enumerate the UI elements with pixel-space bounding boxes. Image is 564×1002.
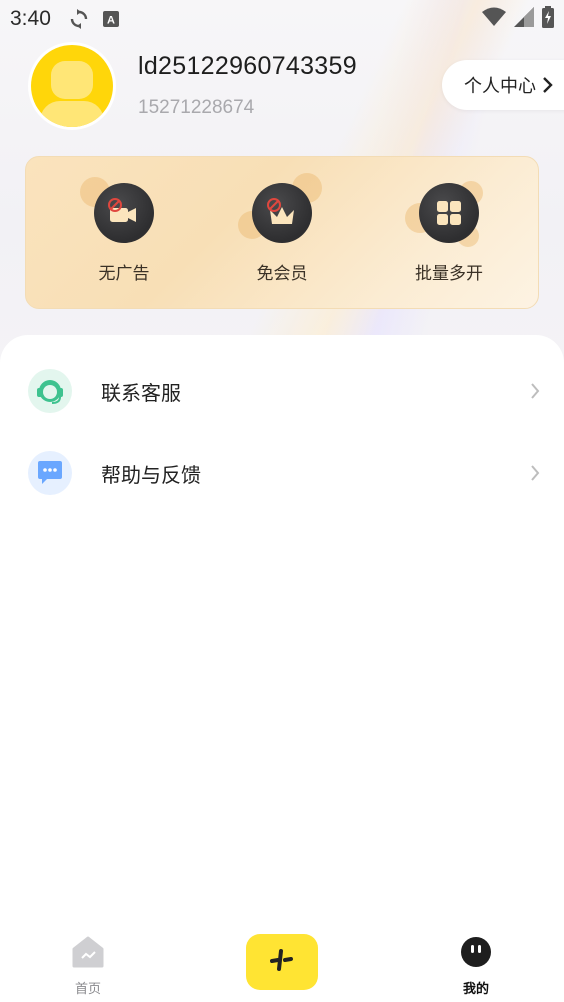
vip-item-no-vip[interactable]: 免会员 (222, 173, 342, 284)
vip-item-multi-open[interactable]: 批量多开 (389, 181, 509, 284)
nav-mine[interactable]: 我的 (452, 936, 500, 997)
user-id: ld25122960743359 (138, 52, 357, 80)
personal-center-button[interactable]: 个人中心 (442, 60, 564, 110)
text-a-icon: A (102, 11, 119, 27)
menu-item-help-feedback[interactable]: 帮助与反馈 (0, 433, 564, 513)
nav-home[interactable]: 首页 (64, 936, 112, 997)
create-plus-icon (267, 945, 297, 979)
wifi-icon (482, 7, 506, 32)
menu-item-label: 联系客服 (101, 380, 181, 405)
vip-item-label: 无广告 (98, 264, 150, 284)
no-vip-crown-icon (252, 183, 312, 243)
user-phone: 15271228674 (138, 97, 255, 118)
personal-center-label: 个人中心 (464, 76, 536, 97)
menu-item-customer-service[interactable]: 联系客服 (0, 351, 564, 431)
mine-face-icon (460, 936, 492, 972)
status-time: 3:40 (10, 7, 51, 30)
chevron-right-icon (530, 464, 540, 482)
vip-item-label: 免会员 (256, 264, 308, 284)
menu-panel: 联系客服 帮助与反馈 (0, 335, 564, 1002)
feedback-chat-icon (28, 451, 72, 495)
create-button[interactable] (246, 934, 318, 990)
customer-service-icon (28, 369, 72, 413)
nav-label: 首页 (74, 982, 101, 997)
avatar-image (31, 45, 113, 127)
svg-text:A: A (107, 15, 115, 27)
menu-item-label: 帮助与反馈 (101, 462, 201, 487)
status-bar: 3:40 A (0, 0, 564, 38)
battery-charging-icon (542, 5, 554, 33)
bottom-nav: 首页 我的 (0, 922, 564, 1002)
avatar[interactable] (28, 42, 116, 130)
nav-label: 我的 (462, 982, 489, 997)
vip-item-label: 批量多开 (415, 264, 483, 284)
chevron-right-icon (530, 382, 540, 400)
no-ads-camera-icon (94, 183, 154, 243)
sync-icon (69, 9, 89, 29)
vip-item-no-ads[interactable]: 无广告 (64, 177, 184, 284)
signal-icon (514, 6, 534, 32)
chevron-right-icon (542, 76, 554, 94)
grid-apps-icon (419, 183, 479, 243)
home-icon (71, 936, 105, 972)
vip-benefits-card[interactable]: 无广告 免会员 批量多开 (25, 156, 539, 309)
